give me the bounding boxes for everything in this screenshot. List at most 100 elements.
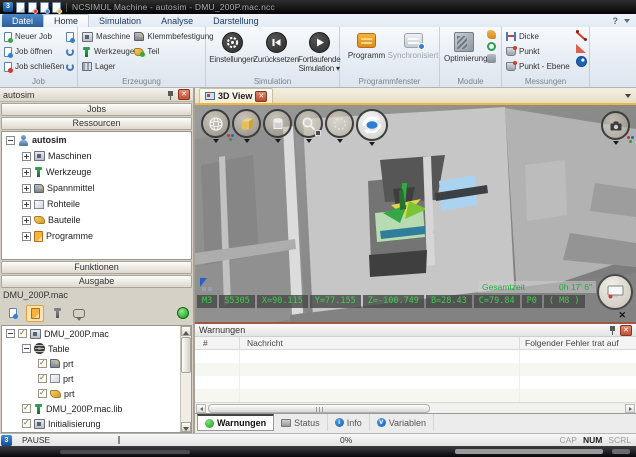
checkbox[interactable] bbox=[18, 329, 27, 338]
checkbox[interactable] bbox=[38, 389, 47, 398]
view-world-button[interactable] bbox=[201, 109, 230, 146]
close-job-button[interactable]: Job schließen bbox=[4, 60, 64, 73]
scroll-left-icon[interactable] bbox=[196, 404, 206, 413]
punkt-button[interactable]: Punkt bbox=[506, 45, 576, 58]
quick-record-icon[interactable] bbox=[28, 2, 37, 13]
program-comment-button[interactable] bbox=[70, 305, 88, 322]
fortlaufende-simulation-button[interactable]: FortlaufendeSimulation ▾ bbox=[298, 30, 341, 76]
teil-button[interactable]: Teil bbox=[134, 45, 213, 58]
view-selection-button[interactable] bbox=[325, 109, 354, 146]
tab-simulation[interactable]: Simulation bbox=[89, 14, 151, 27]
synchronisiert-button[interactable]: Synchronisiert bbox=[389, 30, 437, 76]
tab-home[interactable]: Home bbox=[43, 14, 89, 27]
overlay-close-icon[interactable]: ✕ bbox=[618, 310, 626, 321]
einstellungen-button[interactable]: Einstellungen bbox=[210, 30, 254, 76]
tree-item-prt-1[interactable]: prt bbox=[2, 356, 191, 371]
close-tab-button[interactable]: ✕ bbox=[255, 91, 267, 102]
lager-button[interactable]: Lager bbox=[82, 60, 134, 73]
expand-icon[interactable] bbox=[22, 216, 31, 225]
module-part-icon[interactable] bbox=[487, 30, 496, 39]
expand-icon[interactable] bbox=[22, 232, 31, 241]
job-refresh-button[interactable] bbox=[66, 60, 74, 73]
program-doc-button[interactable] bbox=[4, 305, 22, 322]
chevron-down-icon[interactable] bbox=[624, 19, 630, 23]
tab-3d-view[interactable]: 3D View ✕ bbox=[199, 88, 273, 103]
chevron-down-icon[interactable] bbox=[275, 139, 281, 143]
help-icon[interactable]: ? bbox=[613, 16, 619, 26]
ressourcen-section-header[interactable]: Ressourcen bbox=[1, 117, 192, 130]
tree-item-spannmittel[interactable]: Spannmittel bbox=[2, 180, 191, 196]
punkt-ebene-button[interactable]: Punkt - Ebene bbox=[506, 60, 576, 73]
programm-button[interactable]: Programm bbox=[344, 30, 389, 76]
viewport-3d[interactable]: Gesamtzeit 0h 17' 6" M3 S5305 X=90.115 Y… bbox=[195, 105, 636, 322]
klemmbefestigung-button[interactable]: Klemmbefestigung bbox=[134, 30, 213, 43]
expand-icon[interactable] bbox=[22, 152, 31, 161]
jobs-section-header[interactable]: Jobs bbox=[1, 103, 192, 116]
checkbox[interactable] bbox=[38, 374, 47, 383]
optimierung-button[interactable]: Optimierung bbox=[444, 30, 484, 76]
job-reload-button[interactable] bbox=[66, 45, 74, 58]
camera-button[interactable] bbox=[601, 111, 630, 145]
program-active-doc-button[interactable] bbox=[26, 305, 44, 322]
tree-item-rohteile[interactable]: Rohteile bbox=[2, 196, 191, 212]
dicke-button[interactable]: Dicke bbox=[506, 30, 576, 43]
tab-variablen[interactable]: VVariablen bbox=[370, 414, 434, 431]
tree-item-dmu-mac[interactable]: DMU_200P.mac bbox=[2, 326, 191, 341]
tree-item-werkzeuge[interactable]: Werkzeuge bbox=[2, 164, 191, 180]
quick-play-icon[interactable] bbox=[40, 2, 49, 13]
measure-rotate-icon[interactable] bbox=[576, 56, 587, 67]
view-cylinder-button[interactable] bbox=[263, 109, 292, 146]
warnings-close-button[interactable]: ✕ bbox=[620, 325, 632, 336]
scroll-right-icon[interactable] bbox=[625, 404, 635, 413]
tree-item-initialisierung[interactable]: Initialisierung bbox=[2, 416, 191, 431]
tab-darstellung[interactable]: Darstellung bbox=[203, 14, 269, 27]
scroll-up-icon[interactable] bbox=[181, 326, 191, 336]
panel-close-button[interactable]: ✕ bbox=[178, 89, 190, 100]
job-save-button[interactable] bbox=[66, 30, 74, 43]
tab-analyse[interactable]: Analyse bbox=[151, 14, 203, 27]
column-nachricht[interactable]: Nachricht bbox=[247, 338, 283, 348]
tree-item-table[interactable]: Table bbox=[2, 341, 191, 356]
scrollbar-thumb[interactable] bbox=[208, 404, 430, 413]
open-job-button[interactable]: Job öffnen bbox=[4, 45, 64, 58]
chevron-down-icon[interactable] bbox=[244, 139, 250, 143]
vertical-scrollbar[interactable] bbox=[180, 326, 191, 432]
ausgabe-section-header[interactable]: Ausgabe bbox=[1, 275, 192, 288]
tree-item-bauteile[interactable]: Bauteile bbox=[2, 212, 191, 228]
tree-item-prt-3[interactable]: prt bbox=[2, 386, 191, 401]
measure-angle-icon[interactable] bbox=[576, 44, 586, 53]
new-job-button[interactable]: Neuer Job bbox=[4, 30, 64, 43]
module-block-icon[interactable] bbox=[487, 54, 496, 63]
zuruecksetzen-button[interactable]: Zurücksetzen bbox=[254, 30, 298, 76]
measure-distance-icon[interactable] bbox=[576, 30, 587, 41]
collapse-icon[interactable] bbox=[6, 136, 15, 145]
chevron-down-icon[interactable] bbox=[213, 139, 219, 143]
checkbox[interactable] bbox=[22, 419, 31, 428]
tab-warnungen[interactable]: Warnungen bbox=[197, 414, 274, 431]
chevron-down-icon[interactable] bbox=[337, 139, 343, 143]
pin-icon[interactable] bbox=[167, 90, 174, 100]
maschine-button[interactable]: Maschine bbox=[82, 30, 134, 43]
tree-item-autosim-root[interactable]: autosim bbox=[2, 132, 191, 148]
werkzeuge-button[interactable]: Werkzeuge bbox=[82, 45, 134, 58]
warnings-table-body[interactable] bbox=[195, 350, 636, 402]
chevron-down-icon[interactable] bbox=[369, 142, 375, 146]
monitor-button[interactable] bbox=[597, 274, 633, 310]
view-rotate-button[interactable] bbox=[356, 109, 388, 146]
expand-icon[interactable] bbox=[22, 168, 31, 177]
view-cube-button[interactable] bbox=[232, 109, 261, 146]
tree-item-lib[interactable]: DMU_200P.mac.lib bbox=[2, 401, 191, 416]
tree-item-prt-2[interactable]: prt bbox=[2, 371, 191, 386]
chevron-down-icon[interactable] bbox=[306, 139, 312, 143]
module-cycle-icon[interactable] bbox=[487, 42, 496, 51]
tab-info[interactable]: iInfo bbox=[328, 414, 370, 431]
scrollbar-thumb[interactable] bbox=[181, 337, 191, 373]
tab-status[interactable]: Status bbox=[274, 414, 328, 431]
chevron-down-icon[interactable] bbox=[613, 141, 619, 145]
tab-datei[interactable]: Datei bbox=[2, 14, 43, 27]
horizontal-scrollbar[interactable] bbox=[195, 402, 636, 413]
column-fehler[interactable]: Folgender Fehler trat auf bbox=[525, 338, 619, 348]
tree-item-maschinen[interactable]: Maschinen bbox=[2, 148, 191, 164]
column-number[interactable]: # bbox=[203, 338, 208, 348]
collapse-icon[interactable] bbox=[6, 329, 15, 338]
